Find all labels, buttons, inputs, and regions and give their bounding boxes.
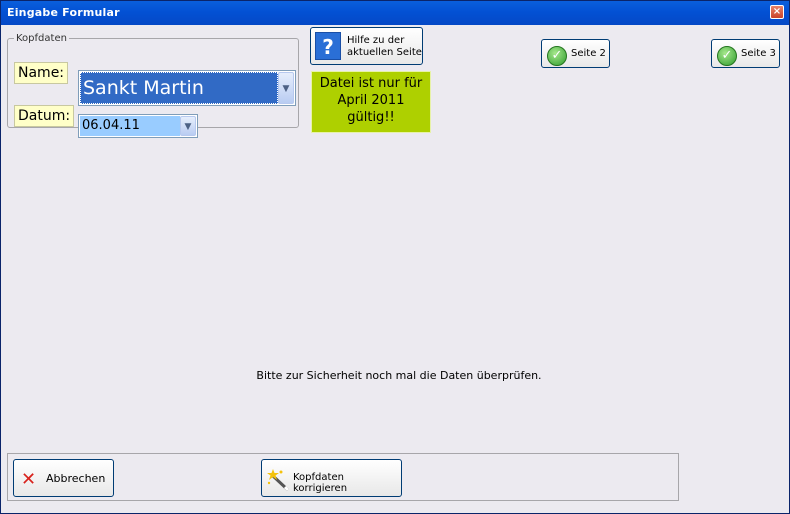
x-icon: ✕ [21, 469, 37, 490]
help-icon: ? [315, 32, 341, 60]
verification-hint: Bitte zur Sicherheit noch mal die Daten … [256, 369, 542, 382]
seite-3-label: Seite 3 [741, 48, 776, 59]
datum-label: Datum: [14, 105, 75, 127]
name-combobox[interactable]: Sankt Martin ▼ [78, 70, 296, 106]
check-icon: ✓ [717, 46, 737, 66]
datum-value[interactable]: 06.04.11 [80, 116, 180, 136]
chevron-down-icon[interactable]: ▼ [278, 72, 294, 104]
title-bar[interactable]: Eingabe Formular × [1, 1, 789, 25]
name-label: Name: [14, 62, 69, 84]
seite-2-label: Seite 2 [571, 48, 606, 59]
seite-3-button[interactable]: ✓ Seite 3 [711, 39, 780, 68]
correct-header-label: Kopfdaten korrigieren [293, 472, 348, 494]
notice-line2: April 2011 gültig!! [337, 93, 405, 125]
window-title: Eingabe Formular [7, 6, 120, 19]
help-button-label: Hilfe zu der aktuellen Seite [347, 35, 422, 59]
notice-line1: Datei ist nur für [319, 76, 423, 91]
cancel-label: Abbrechen [46, 472, 106, 485]
chevron-down-icon[interactable]: ▼ [180, 116, 196, 136]
kopfdaten-legend: Kopfdaten [16, 33, 67, 44]
dialog-client: Kopfdaten Name: Sankt Martin ▼ Datum: 06… [1, 25, 789, 513]
correct-header-button[interactable]: Kopfdaten korrigieren [261, 459, 402, 497]
datum-combobox[interactable]: 06.04.11 ▼ [78, 114, 198, 138]
cancel-button[interactable]: ✕ Abbrechen [13, 459, 114, 497]
help-label-line1: Hilfe zu der [347, 35, 405, 46]
close-button[interactable]: × [770, 5, 784, 19]
magic-wand-icon [267, 469, 290, 492]
help-label-line2: aktuellen Seite [347, 47, 422, 58]
check-icon: ✓ [547, 46, 567, 66]
help-button[interactable]: ? Hilfe zu der aktuellen Seite [310, 27, 423, 65]
validity-notice: Datei ist nur für April 2011 gültig!! [311, 71, 431, 133]
name-value[interactable]: Sankt Martin [80, 72, 278, 104]
dialog-window: Eingabe Formular × Kopfdaten Name: Sankt… [0, 0, 790, 514]
kopfdaten-group: Kopfdaten Name: Sankt Martin ▼ Datum: 06… [7, 33, 299, 138]
seite-2-button[interactable]: ✓ Seite 2 [541, 39, 610, 68]
